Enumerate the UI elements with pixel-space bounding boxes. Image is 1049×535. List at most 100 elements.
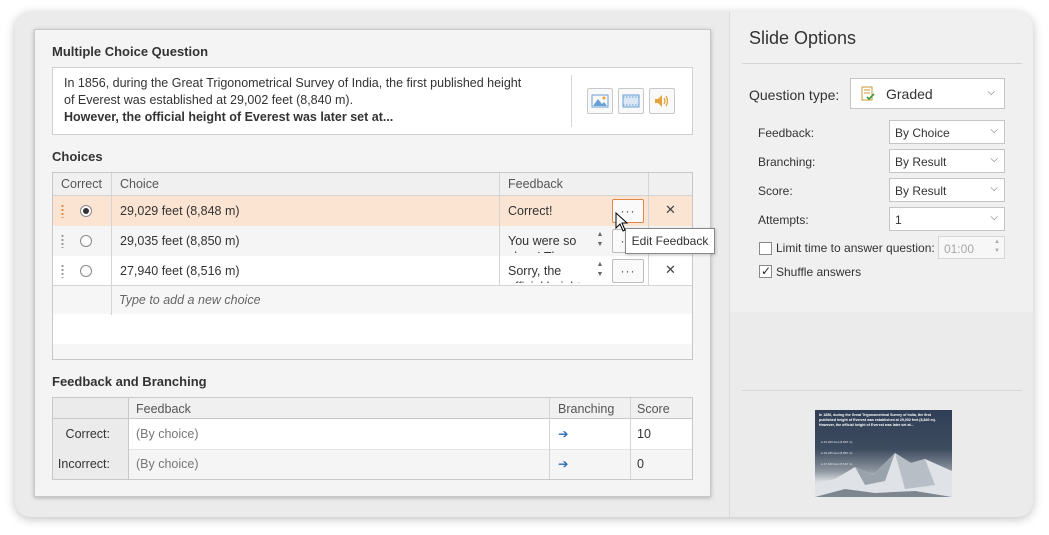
shuffle-answers-checkbox[interactable] [759, 264, 772, 278]
attempts-label: Attempts: [758, 213, 809, 227]
drag-handle-icon[interactable] [61, 204, 64, 218]
limit-time-input[interactable]: 01:00 ▲ ▼ [938, 236, 1005, 259]
slide-thumbnail[interactable]: In 1856, during the Great Trigonometrica… [815, 410, 952, 497]
choice-text[interactable]: 27,940 feet (8,516 m) [120, 264, 240, 278]
feedback-select-value: By Choice [895, 126, 950, 140]
feedback-label: Feedback: [758, 126, 815, 140]
correct-radio[interactable] [80, 235, 92, 247]
question-line-2: of Everest was established at 29,002 fee… [64, 93, 354, 107]
fb-row-correct[interactable]: (By choice) ➔ 10 [128, 419, 692, 449]
edit-feedback-button[interactable]: ··· [612, 259, 644, 283]
picture-icon [591, 94, 609, 108]
thumbnail-choice: ● 29,035 feet (8,850 m) [821, 451, 853, 455]
thumbnail-choice: ● 29,029 feet (8,848 m) [821, 440, 853, 444]
question-type-select[interactable]: Graded ⌵ [850, 78, 1005, 109]
choice-row[interactable]: 29,029 feet (8,848 m) Correct! ··· ✕ [53, 196, 692, 226]
feedback-branching-title: Feedback and Branching [52, 374, 207, 389]
fb-label-correct: Correct: [65, 427, 110, 441]
slide-options-title: Slide Options [749, 28, 857, 48]
column-divider [630, 398, 631, 479]
fb-header-branching: Branching [558, 402, 615, 416]
score-select-value: By Result [895, 184, 947, 198]
chevron-down-icon: ⌵ [990, 125, 998, 136]
question-text-box[interactable]: In 1856, during the Great Trigonometrica… [52, 67, 693, 135]
limit-time-label[interactable]: Limit time to answer question: [776, 241, 935, 255]
fb-header-feedback: Feedback [136, 402, 191, 416]
delete-choice-button[interactable]: ✕ [665, 262, 676, 278]
question-editor: Multiple Choice Question In 1856, during… [34, 29, 711, 497]
feedback-scroll-arrows[interactable]: ▲ ▼ [596, 230, 604, 252]
shuffle-answers-label[interactable]: Shuffle answers [776, 265, 861, 279]
limit-time-value: 01:00 [944, 242, 975, 256]
mouse-cursor-icon [615, 212, 629, 232]
left-panel: Multiple Choice Question In 1856, during… [15, 12, 729, 517]
thumbnail-choice: ● 27,940 feet (8,516 m) [821, 462, 853, 466]
thumbnail-text: In 1856, during the Great Trigonometrica… [819, 413, 936, 427]
choice-row[interactable]: 29,035 feet (8,850 m) You were so close!… [53, 226, 692, 256]
branching-select[interactable]: By Result ⌵ [889, 149, 1005, 173]
insert-picture-button[interactable] [587, 88, 613, 114]
separator [742, 390, 1022, 391]
fb-header-empty [53, 398, 128, 419]
fb-incorrect-feedback[interactable]: (By choice) [136, 457, 199, 471]
limit-time-stepper[interactable]: ▲ ▼ [994, 238, 1000, 256]
question-section-title: Multiple Choice Question [52, 44, 209, 59]
fb-correct-score[interactable]: 10 [637, 427, 651, 441]
correct-radio[interactable] [80, 265, 92, 277]
insert-audio-button[interactable] [649, 88, 675, 114]
fb-incorrect-score[interactable]: 0 [637, 457, 644, 471]
slide-options-panel: Slide Options Question type: Graded ⌵ Fe… [729, 12, 1033, 517]
question-line-3: However, the official height of Everest … [64, 110, 394, 124]
attempts-select[interactable]: 1 ⌵ [889, 207, 1005, 231]
choice-feedback[interactable]: Correct! [508, 203, 593, 223]
insert-video-button[interactable] [618, 88, 644, 114]
limit-time-checkbox[interactable] [759, 242, 772, 255]
thumbnail-choices: ● 29,029 feet (8,848 m) ● 29,035 feet (8… [821, 437, 852, 470]
video-icon [622, 94, 640, 108]
question-text[interactable]: In 1856, during the Great Trigonometrica… [64, 75, 554, 126]
column-divider [549, 398, 550, 479]
add-choice-placeholder[interactable]: Type to add a new choice [119, 293, 261, 307]
fb-header-score: Score [637, 402, 670, 416]
correct-radio[interactable] [80, 205, 92, 217]
choice-feedback[interactable]: Sorry, the official height is [508, 263, 593, 283]
fb-header: Feedback Branching Score [128, 398, 692, 419]
choices-header: Correct Choice Feedback [53, 173, 692, 196]
choice-text[interactable]: 29,029 feet (8,848 m) [120, 204, 240, 218]
score-select[interactable]: By Result ⌵ [889, 178, 1005, 202]
question-type-label: Question type: [749, 87, 840, 103]
fb-correct-feedback[interactable]: (By choice) [136, 427, 199, 441]
choice-row[interactable]: 27,940 feet (8,516 m) Sorry, the officia… [53, 256, 692, 286]
column-divider [111, 173, 112, 285]
branch-arrow-icon[interactable]: ➔ [558, 426, 568, 441]
feedback-select[interactable]: By Choice ⌵ [889, 120, 1005, 144]
edit-feedback-tooltip: Edit Feedback [625, 228, 715, 254]
add-choice-row[interactable]: Type to add a new choice [53, 285, 692, 314]
header-correct: Correct [61, 177, 102, 191]
fb-row-incorrect[interactable]: (By choice) ➔ 0 [128, 449, 692, 479]
drag-handle-icon[interactable] [61, 234, 64, 248]
feedback-scroll-arrows[interactable]: ▲ ▼ [596, 260, 604, 282]
choice-feedback[interactable]: You were so close! The official [508, 233, 593, 253]
header-feedback: Feedback [508, 177, 563, 191]
branching-label: Branching: [758, 155, 816, 169]
chevron-down-icon: ⌵ [990, 212, 998, 223]
question-type-value: Graded [886, 86, 933, 102]
score-label: Score: [758, 184, 793, 198]
header-choice: Choice [120, 177, 159, 191]
delete-choice-button[interactable]: ✕ [665, 202, 676, 218]
attempts-select-value: 1 [895, 213, 902, 227]
chevron-down-icon: ⌵ [990, 154, 998, 165]
choices-grid: Correct Choice Feedback 29,029 feet (8,8… [52, 172, 693, 360]
branching-select-value: By Result [895, 155, 947, 169]
audio-icon [655, 95, 669, 107]
question-divider [571, 75, 572, 127]
chevron-down-icon: ⌵ [987, 87, 995, 98]
fb-label-incorrect: Incorrect: [57, 457, 110, 471]
drag-handle-icon[interactable] [61, 264, 64, 278]
branch-arrow-icon[interactable]: ➔ [558, 456, 568, 471]
feedback-branching-table: Feedback Branching Score Correct: Incorr… [52, 397, 693, 480]
question-line-1: In 1856, during the Great Trigonometrica… [64, 76, 522, 90]
choice-text[interactable]: 29,035 feet (8,850 m) [120, 234, 240, 248]
chevron-down-icon: ⌵ [990, 183, 998, 194]
